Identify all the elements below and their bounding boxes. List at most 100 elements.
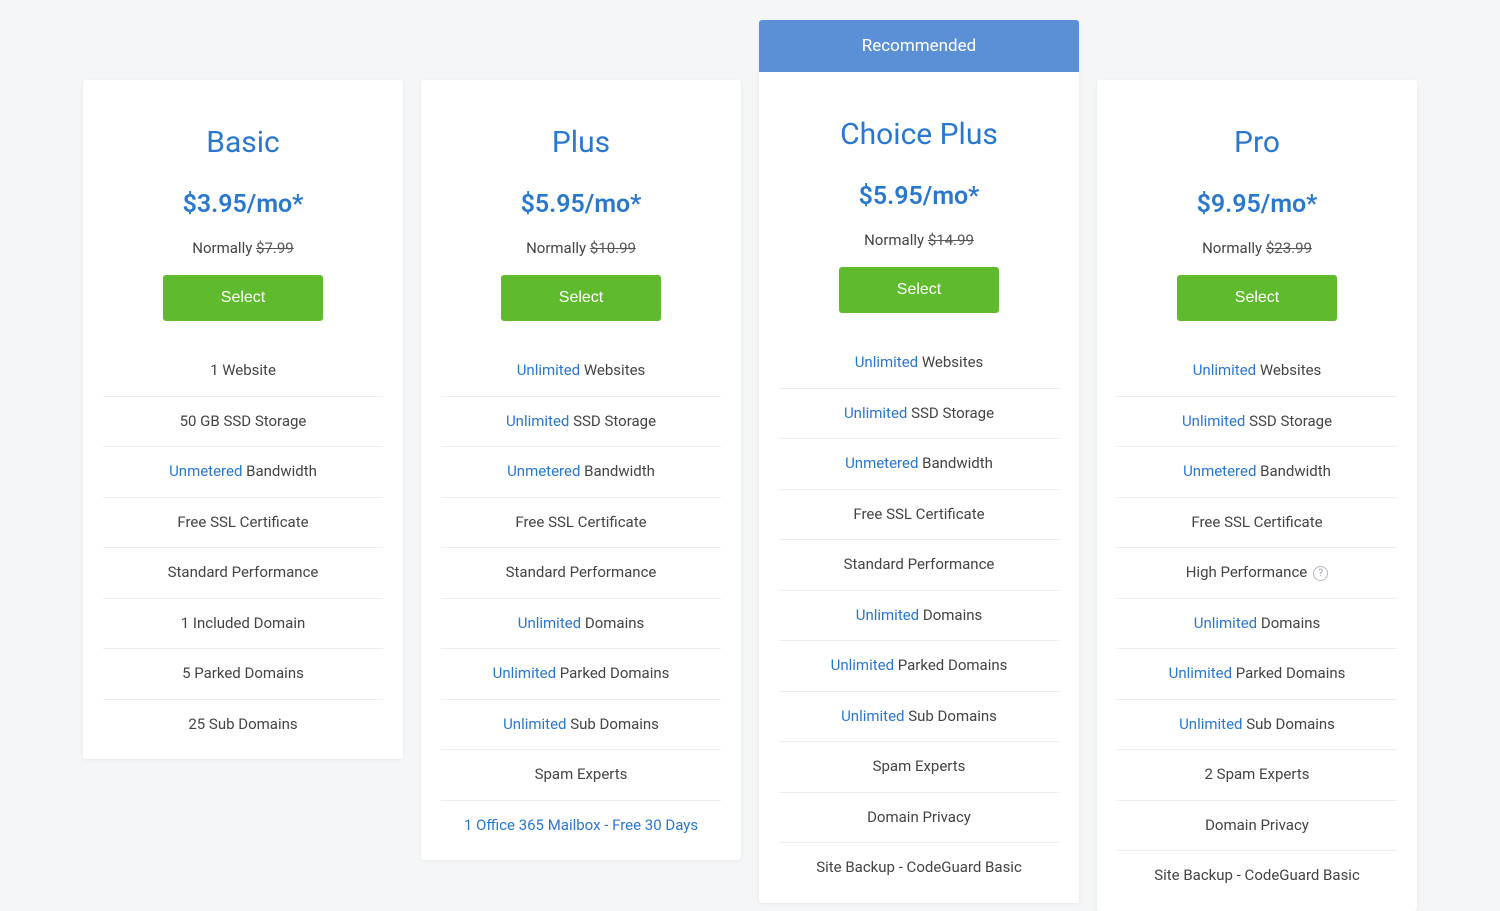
feature-text: Domain Privacy <box>1205 816 1309 834</box>
feature-highlight: Unmetered <box>845 454 918 472</box>
plan-card-choice-plus: RecommendedChoice Plus$5.95/mo*Normally … <box>759 20 1079 903</box>
feature-row: Domain Privacy <box>1117 801 1397 852</box>
feature-list: 1 Website50 GB SSD StorageUnmetered Band… <box>83 346 403 759</box>
feature-list: Unlimited WebsitesUnlimited SSD StorageU… <box>1097 346 1417 911</box>
feature-text: Standard Performance <box>506 563 657 581</box>
feature-text: 1 Website <box>210 361 276 379</box>
plan-card-basic: Basic $3.95/mo* Normally $7.99 Select 1 Webs… <box>83 80 403 759</box>
normally-strike-price: $7.99 <box>256 239 294 257</box>
feature-text: Domains <box>1257 614 1320 632</box>
feature-highlight: Unlimited <box>855 353 918 371</box>
feature-row: Unlimited Parked Domains <box>779 641 1059 692</box>
feature-highlight: Unlimited <box>1179 715 1242 733</box>
feature-text: Sub Domains <box>905 707 997 725</box>
feature-row: 2 Spam Experts <box>1117 750 1397 801</box>
feature-row: Unlimited Websites <box>441 346 721 397</box>
feature-row: Free SSL Certificate <box>779 490 1059 541</box>
plan-name: Choice Plus <box>779 117 1059 152</box>
normally-prefix: Normally <box>192 239 256 257</box>
feature-highlight: Unlimited <box>503 715 566 733</box>
normally-strike-price: $10.99 <box>590 239 636 257</box>
select-button[interactable]: Select <box>501 275 661 321</box>
feature-text: Websites <box>918 353 983 371</box>
feature-text: Free SSL Certificate <box>853 505 984 523</box>
feature-text: Domains <box>919 606 982 624</box>
feature-text: Sub Domains <box>567 715 659 733</box>
feature-row: Unlimited Websites <box>779 338 1059 389</box>
feature-row: 50 GB SSD Storage <box>103 397 383 448</box>
plan-normal-price: Normally $7.99 <box>103 239 383 257</box>
feature-row: Site Backup - CodeGuard Basic <box>779 843 1059 893</box>
feature-row: Unlimited Sub Domains <box>779 692 1059 743</box>
feature-list: Unlimited WebsitesUnlimited SSD StorageU… <box>759 338 1079 903</box>
feature-highlight: Unlimited <box>1193 361 1256 379</box>
feature-row: 25 Sub Domains <box>103 700 383 750</box>
feature-text: Free SSL Certificate <box>177 513 308 531</box>
feature-highlight: Unlimited <box>831 656 894 674</box>
plan-header: Pro$9.95/mo*Normally $23.99Select <box>1097 80 1417 346</box>
feature-row: Free SSL Certificate <box>103 498 383 549</box>
plan-price: $3.95/mo* <box>103 190 383 219</box>
feature-highlight: Unlimited <box>856 606 919 624</box>
feature-text: Parked Domains <box>894 656 1007 674</box>
feature-text: Standard Performance <box>168 563 319 581</box>
feature-row: Unlimited Parked Domains <box>1117 649 1397 700</box>
feature-text: Spam Experts <box>873 757 966 775</box>
feature-text: Domain Privacy <box>867 808 971 826</box>
feature-row: Domain Privacy <box>779 793 1059 844</box>
feature-text: 1 Included Domain <box>181 614 306 632</box>
feature-row: Standard Performance <box>103 548 383 599</box>
select-button[interactable]: Select <box>1177 275 1337 321</box>
feature-row: Unlimited Websites <box>1117 346 1397 397</box>
feature-text: Domains <box>581 614 644 632</box>
pricing-grid: Basic $3.95/mo* Normally $7.99 Select 1 Webs… <box>40 20 1460 911</box>
feature-row: Unlimited Domains <box>779 591 1059 642</box>
feature-row: Spam Experts <box>779 742 1059 793</box>
feature-text: Standard Performance <box>844 555 995 573</box>
select-button[interactable]: Select <box>163 275 323 321</box>
feature-highlight: Unlimited <box>1182 412 1245 430</box>
feature-row: Unlimited Parked Domains <box>441 649 721 700</box>
feature-list: Unlimited WebsitesUnlimited SSD StorageU… <box>421 346 741 860</box>
feature-text: Free SSL Certificate <box>1191 513 1322 531</box>
feature-row: 1 Office 365 Mailbox - Free 30 Days <box>441 801 721 851</box>
plan-header: Choice Plus$5.95/mo*Normally $14.99Selec… <box>759 72 1079 338</box>
feature-highlight: Unlimited <box>841 707 904 725</box>
feature-row: Unlimited Domains <box>1117 599 1397 650</box>
feature-row: Site Backup - CodeGuard Basic <box>1117 851 1397 901</box>
feature-row: Unmetered Bandwidth <box>779 439 1059 490</box>
normally-strike-price: $14.99 <box>928 231 974 249</box>
feature-row: Standard Performance <box>441 548 721 599</box>
plan-normal-price: Normally $10.99 <box>441 239 721 257</box>
feature-row: Unlimited Domains <box>441 599 721 650</box>
normally-strike-price: $23.99 <box>1266 239 1312 257</box>
info-icon[interactable]: ? <box>1313 566 1328 581</box>
feature-text: SSD Storage <box>907 404 994 422</box>
feature-highlight: Unlimited <box>506 412 569 430</box>
feature-row: 1 Website <box>103 346 383 397</box>
feature-row: Spam Experts <box>441 750 721 801</box>
feature-row: Unlimited Sub Domains <box>441 700 721 751</box>
feature-text: Spam Experts <box>535 765 628 783</box>
feature-highlight: Unlimited <box>493 664 556 682</box>
feature-row: Unlimited SSD Storage <box>1117 397 1397 448</box>
feature-highlight: Unlimited <box>518 614 581 632</box>
feature-text: 25 Sub Domains <box>188 715 297 733</box>
feature-highlight: Unlimited <box>1169 664 1232 682</box>
feature-highlight: 1 Office 365 Mailbox - Free 30 Days <box>464 816 698 834</box>
feature-row: High Performance? <box>1117 548 1397 599</box>
plan-name: Basic <box>103 125 383 160</box>
feature-row: Unlimited Sub Domains <box>1117 700 1397 751</box>
feature-text: 2 Spam Experts <box>1205 765 1310 783</box>
normally-prefix: Normally <box>864 231 928 249</box>
plan-name: Pro <box>1117 125 1397 160</box>
feature-text: SSD Storage <box>1245 412 1332 430</box>
feature-row: Free SSL Certificate <box>441 498 721 549</box>
feature-text: 50 GB SSD Storage <box>180 412 307 430</box>
normally-prefix: Normally <box>1202 239 1266 257</box>
select-button[interactable]: Select <box>839 267 999 313</box>
feature-text: Websites <box>1256 361 1321 379</box>
feature-text: Bandwidth <box>918 454 993 472</box>
feature-text: Parked Domains <box>556 664 669 682</box>
feature-text: Websites <box>580 361 645 379</box>
